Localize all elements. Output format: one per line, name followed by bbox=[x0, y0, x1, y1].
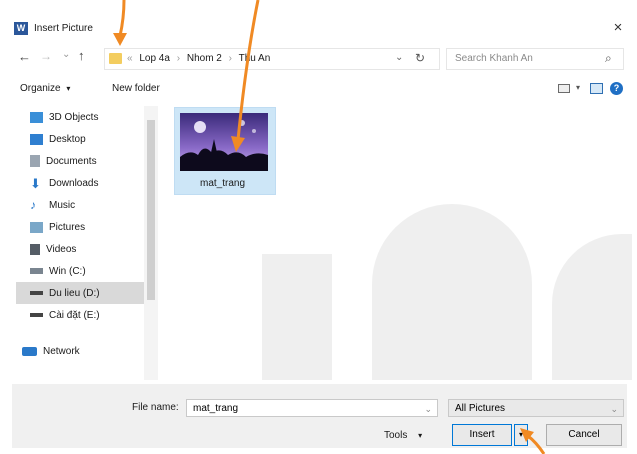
annotation-arrow-insert bbox=[520, 428, 546, 454]
annotation-overlay bbox=[113, 0, 546, 454]
annotation-arrow-file bbox=[231, 0, 260, 152]
annotation-arrow-address bbox=[113, 0, 127, 46]
insert-picture-dialog: W Insert Picture × ← → ⌄ ↑ « Lop 4a › Nh… bbox=[0, 0, 637, 454]
